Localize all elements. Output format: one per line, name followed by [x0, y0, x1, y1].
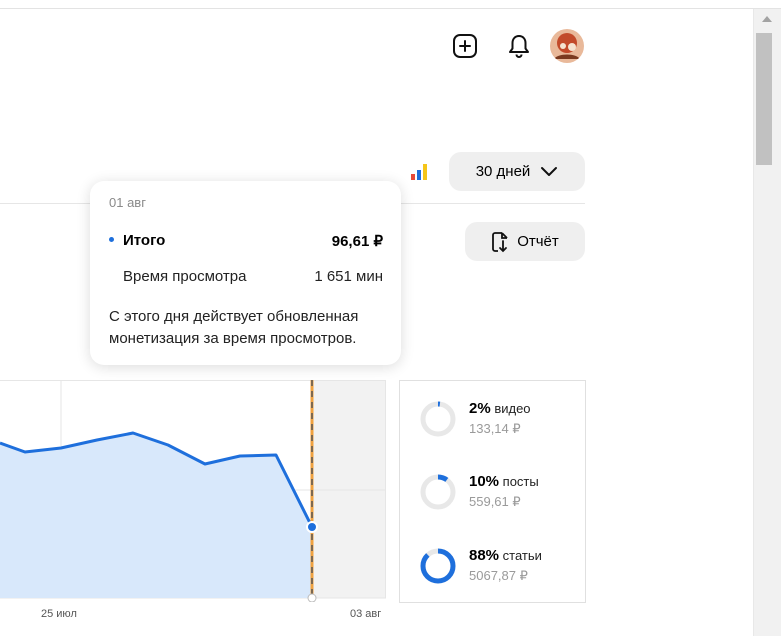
- tooltip-total-row: Итого 96,61 ₽: [109, 232, 383, 250]
- donut-chart: [420, 474, 456, 510]
- browser-top-edge: [0, 0, 781, 9]
- tooltip-total-value: 96,61 ₽: [331, 233, 383, 250]
- breakdown-percent: 88%: [469, 547, 500, 564]
- revenue-breakdown-panel: 2% видео 133,14 ₽ 10% посты 559,61 ₽ 88%…: [399, 380, 586, 603]
- scroll-thumb[interactable]: [756, 33, 772, 165]
- report-label: Отчёт: [517, 233, 559, 250]
- breakdown-item: 10% посты 559,61 ₽: [400, 473, 585, 533]
- x-tick-label: 03 авг: [350, 608, 382, 620]
- chart-future-area: [312, 380, 386, 598]
- report-file-icon: [492, 231, 508, 252]
- x-tick-label: 25 июл: [41, 608, 77, 620]
- breakdown-percent: 10%: [469, 473, 500, 490]
- breakdown-item: 88% статьи 5067,87 ₽: [400, 547, 585, 607]
- breakdown-amount: 5067,87 ₽: [469, 568, 528, 583]
- breakdown-label: статьи: [502, 548, 542, 563]
- breakdown-label: посты: [502, 474, 539, 489]
- tooltip-date: 01 авг: [109, 195, 146, 210]
- series-dot-icon: [109, 236, 114, 242]
- tooltip-watch-label: Время просмотра: [123, 268, 247, 285]
- breakdown-amount: 559,61 ₽: [469, 494, 521, 509]
- x-axis-marker: [307, 593, 317, 602]
- page-scrollbar[interactable]: [753, 9, 781, 636]
- breakdown-amount: 133,14 ₽: [469, 421, 521, 436]
- series-area: [0, 433, 312, 598]
- chart-tooltip: 01 авг Итого 96,61 ₽ Время просмотра 1 6…: [90, 181, 401, 365]
- bell-icon[interactable]: [505, 32, 533, 60]
- tooltip-watch-value: 1 651 мин: [314, 268, 383, 285]
- breakdown-percent: 2%: [469, 400, 491, 417]
- plus-square-icon[interactable]: [451, 32, 479, 60]
- revenue-chart[interactable]: [0, 380, 386, 602]
- period-label: 30 дней: [475, 163, 531, 180]
- tooltip-total-label: Итого: [123, 232, 166, 249]
- chevron-down-icon: [541, 166, 558, 176]
- breakdown-item: 2% видео 133,14 ₽: [400, 400, 585, 460]
- donut-chart: [420, 548, 456, 584]
- scroll-up-arrow-icon[interactable]: [762, 16, 772, 22]
- highlight-point[interactable]: [306, 521, 318, 533]
- bar-chart-icon[interactable]: [408, 161, 432, 183]
- report-button[interactable]: Отчёт: [465, 222, 585, 261]
- donut-chart: [420, 401, 456, 437]
- period-select[interactable]: 30 дней: [449, 152, 585, 191]
- tooltip-watch-row: Время просмотра 1 651 мин: [123, 268, 383, 285]
- avatar[interactable]: [550, 29, 584, 63]
- breakdown-label: видео: [494, 401, 531, 416]
- tooltip-note: С этого дня действует обновленная монети…: [109, 308, 359, 347]
